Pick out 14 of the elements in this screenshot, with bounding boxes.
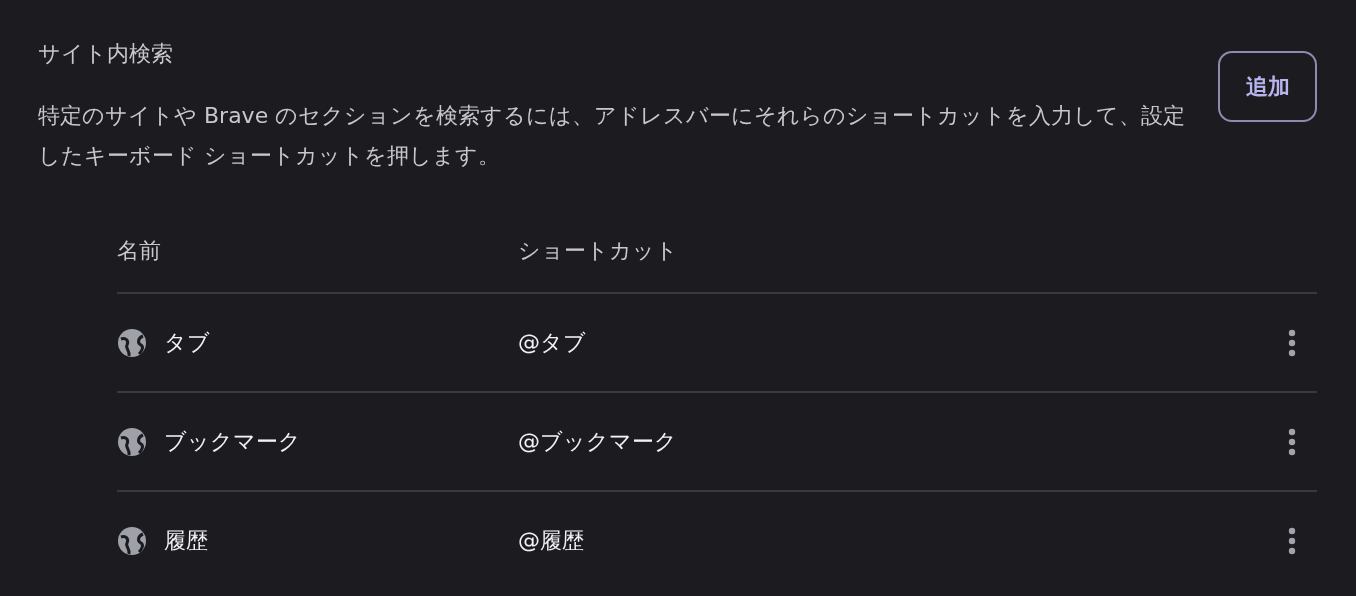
name-cell-text: タブ bbox=[164, 328, 210, 357]
column-header: ショートカット bbox=[518, 237, 679, 265]
globe-icon bbox=[117, 426, 147, 457]
shortcut-cell-text: @タブ bbox=[518, 328, 587, 357]
add-button[interactable]: 追加 bbox=[1218, 51, 1317, 122]
name-cell-text: 履歴 bbox=[164, 526, 208, 555]
globe-icon bbox=[117, 525, 147, 556]
column-header: 名前 bbox=[117, 237, 162, 265]
section-description: 特定のサイトや Brave のセクションを検索するには、アドレスバーにそれらのショートカットを入力して、設定したキーボード ショートカットを押します。 bbox=[38, 102, 1187, 170]
shortcut-cell-text: @ブックマーク bbox=[518, 427, 678, 456]
globe-icon bbox=[117, 327, 147, 358]
shortcut-cell-text: @履歴 bbox=[518, 526, 585, 555]
name-cell-text: ブックマーク bbox=[164, 427, 301, 456]
section-title: サイト内検索 bbox=[38, 40, 174, 68]
